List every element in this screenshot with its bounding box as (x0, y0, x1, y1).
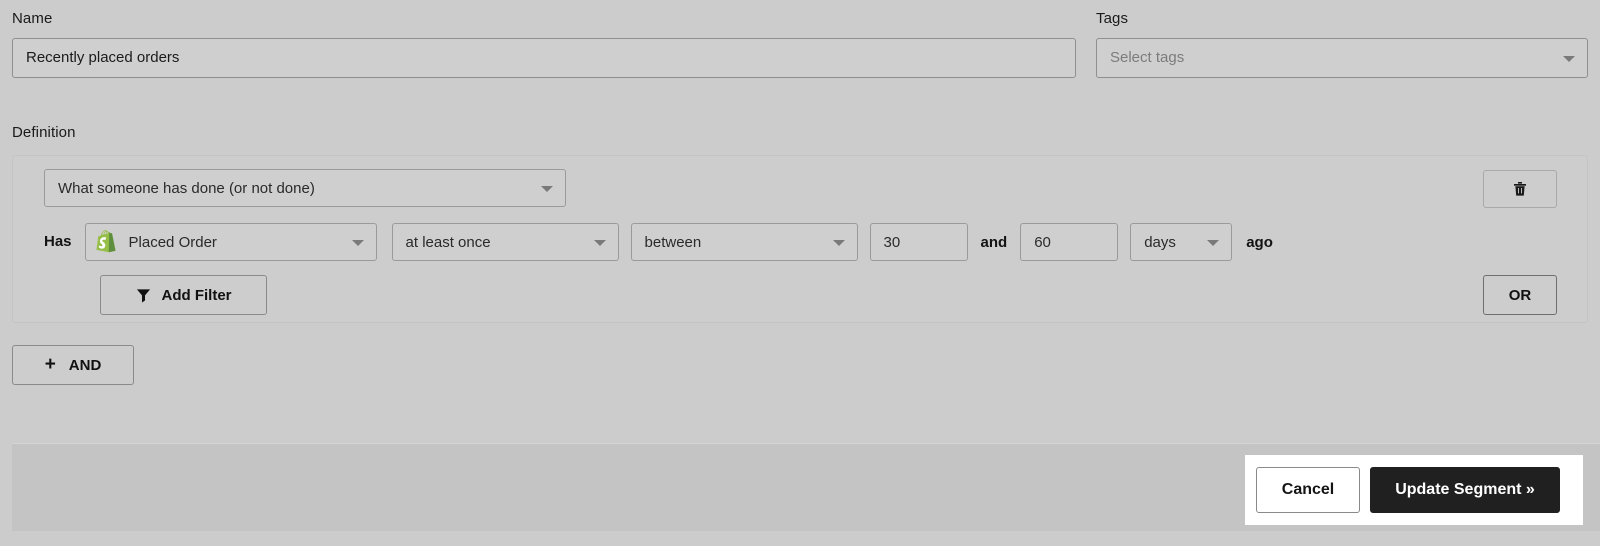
filter-row: Has Placed Order at least once between 3… (44, 223, 1273, 261)
tags-label: Tags (1096, 10, 1129, 27)
timeframe-unit-select[interactable]: days (1130, 223, 1233, 261)
timeframe-from-input[interactable]: 30 (869, 223, 968, 261)
segment-name-input[interactable]: Recently placed orders (12, 38, 1076, 78)
top-fields-row: Name Recently placed orders Tags Select … (12, 10, 1588, 78)
footer-actions: Cancel Update Segment » (1245, 455, 1583, 525)
shopify-icon (96, 230, 116, 253)
chevron-down-icon (541, 186, 553, 192)
tags-placeholder: Select tags (1110, 49, 1185, 66)
tags-field-group: Tags Select tags (1096, 10, 1588, 78)
update-segment-button[interactable]: Update Segment » (1370, 467, 1560, 513)
chevron-down-icon (593, 240, 606, 246)
cancel-button-label: Cancel (1281, 481, 1335, 498)
timeframe-from-value: 30 (883, 233, 901, 251)
timeframe-unit-value: days (1144, 233, 1176, 251)
add-filter-label: Add Filter (161, 286, 232, 304)
add-and-group-button[interactable]: + AND (12, 345, 134, 385)
frequency-value: at least once (405, 233, 491, 251)
frequency-select[interactable]: at least once (391, 223, 619, 261)
plus-icon: + (44, 354, 56, 375)
has-label: Has (44, 233, 72, 250)
timeframe-select[interactable]: between (630, 223, 858, 261)
trash-icon (1514, 182, 1526, 196)
tags-select[interactable]: Select tags (1096, 38, 1588, 78)
update-segment-label: Update Segment » (1395, 481, 1535, 498)
timeframe-conjunction: and (980, 233, 1008, 251)
funnel-icon (136, 288, 150, 303)
chevron-down-icon (1563, 56, 1575, 62)
name-field-group: Name Recently placed orders (12, 10, 1076, 78)
timeframe-value: between (644, 233, 702, 251)
delete-condition-button[interactable] (1483, 170, 1557, 208)
cancel-button[interactable]: Cancel (1256, 467, 1360, 513)
add-filter-button[interactable]: Add Filter (100, 275, 267, 315)
definition-panel: What someone has done (or not done) Has (12, 155, 1588, 323)
segment-name-value: Recently placed orders (26, 49, 180, 66)
or-button[interactable]: OR (1483, 275, 1557, 315)
and-button-label: AND (68, 356, 102, 374)
definition-label: Definition (12, 124, 76, 141)
timeframe-suffix: ago (1246, 233, 1273, 251)
metric-select[interactable]: Placed Order (84, 223, 377, 261)
chevron-down-icon (351, 240, 364, 246)
segment-editor-page: Name Recently placed orders Tags Select … (0, 0, 1600, 546)
or-button-label: OR (1508, 286, 1532, 304)
timeframe-to-value: 60 (1034, 233, 1051, 251)
metric-value: Placed Order (128, 233, 217, 251)
definition-type-value: What someone has done (or not done) (58, 179, 315, 197)
definition-type-select[interactable]: What someone has done (or not done) (44, 169, 566, 207)
timeframe-to-input[interactable]: 60 (1020, 223, 1119, 261)
chevron-down-icon (832, 240, 845, 246)
name-label: Name (12, 10, 53, 27)
chevron-down-icon (1207, 240, 1220, 246)
